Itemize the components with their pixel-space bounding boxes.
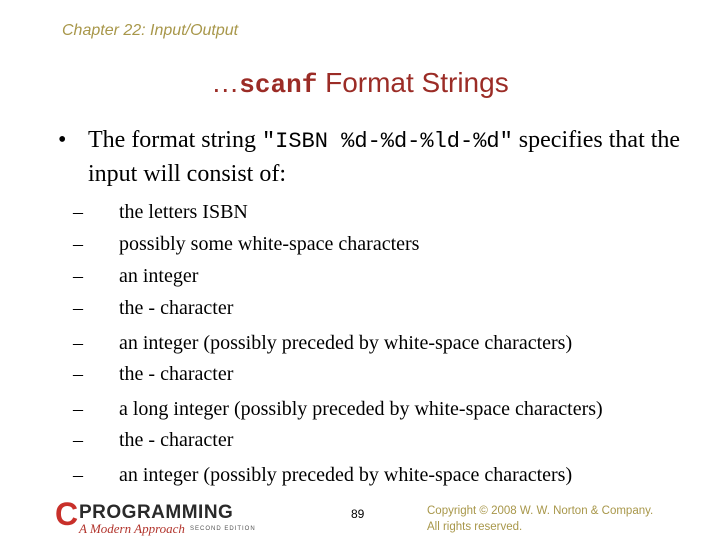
dash-marker: –: [73, 201, 83, 223]
sub-item-text: an integer (possibly preceded by white-s…: [119, 332, 573, 354]
bullet-text: The format string "ISBN %d-%d-%ld-%d" sp…: [88, 124, 688, 191]
book-logo: C PROGRAMMING A Modern Approach SECOND E…: [55, 498, 270, 540]
dash-marker: –: [73, 429, 83, 451]
title-ellipsis: …: [211, 67, 240, 98]
logo-edition: SECOND EDITION: [190, 526, 256, 532]
slide-title: …scanf Format Strings: [0, 67, 720, 100]
bullet-text-before: The format string: [88, 127, 262, 153]
title-code: scanf: [239, 70, 318, 100]
dash-marker: –: [73, 363, 83, 385]
dash-marker: –: [73, 398, 83, 420]
copyright-line-2: All rights reserved.: [427, 521, 523, 533]
dash-marker: –: [73, 464, 83, 486]
sub-item-text: an integer (possibly preceded by white-s…: [119, 464, 573, 486]
sub-item-text: possibly some white-space characters: [119, 233, 420, 255]
dash-marker: –: [73, 332, 83, 354]
dash-marker: –: [73, 265, 83, 287]
copyright-notice: Copyright © 2008 W. W. Norton & Company.…: [427, 503, 653, 535]
sub-item-text: the - character: [119, 429, 234, 451]
sub-item-text: a long integer (possibly preceded by whi…: [119, 398, 603, 420]
title-text: Format Strings: [317, 67, 509, 98]
chapter-header: Chapter 22: Input/Output: [62, 22, 239, 39]
format-string-code: "ISBN %d-%d-%ld-%d": [261, 129, 513, 154]
page-number: 89: [351, 507, 365, 521]
logo-subtitle: A Modern Approach: [79, 521, 185, 536]
sub-item-text: the - character: [119, 297, 234, 319]
dash-marker: –: [73, 297, 83, 319]
dash-marker: –: [73, 233, 83, 255]
bullet-marker: •: [58, 127, 67, 153]
sub-item-text: the - character: [119, 363, 234, 385]
logo-c-letter: C: [55, 496, 79, 532]
sub-item-text: an integer: [119, 265, 199, 287]
copyright-line-1: Copyright © 2008 W. W. Norton & Company.: [427, 505, 654, 517]
sub-item-text: the letters ISBN: [119, 201, 248, 223]
